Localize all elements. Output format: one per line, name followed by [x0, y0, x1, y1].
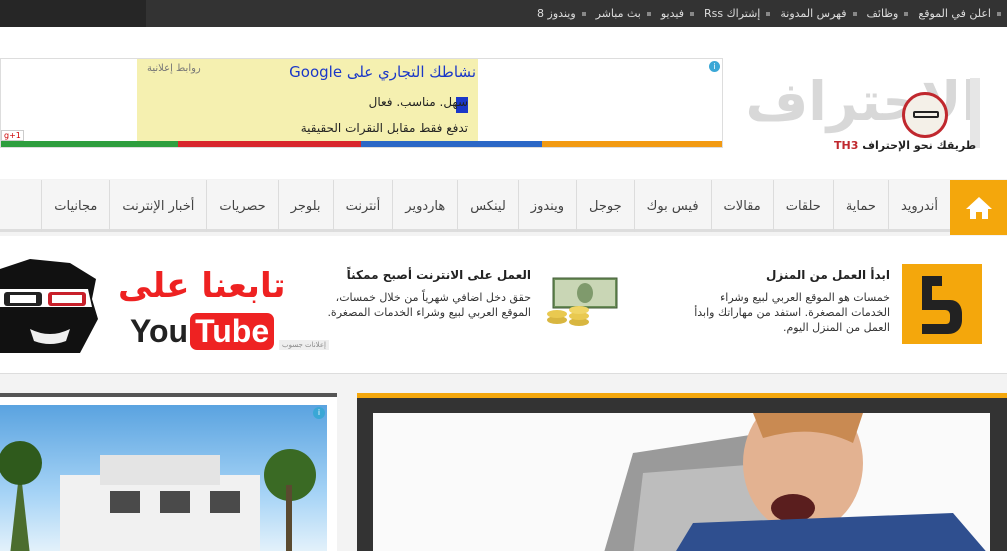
menu-item[interactable]: حلقات [772, 180, 833, 232]
site-header: روابط إعلانية نشاطك التجاري على Google س… [0, 27, 1007, 179]
top-nav-item[interactable]: فيديو [661, 7, 694, 20]
banner-ad-1-text: خمسات هو الموقع العربي لبيع وشراء الخدما… [694, 291, 890, 334]
banner-ad-2-text: حقق دخل اضافي شهرياً من خلال خمسات، المو… [327, 291, 531, 319]
bullet-icon [581, 11, 586, 16]
top-nav-label: اعلن في الموقع [918, 7, 991, 20]
glasses-icon [913, 111, 939, 118]
header-ad[interactable]: روابط إعلانية نشاطك التجاري على Google س… [0, 58, 723, 148]
logo-tagline-text: طريقك نحو الإحتراف [862, 139, 977, 152]
five-icon [922, 276, 962, 334]
google-plus-button[interactable]: g+1 [1, 130, 24, 141]
menu-item[interactable]: ويندوز [517, 180, 576, 232]
ad-info-icon[interactable]: i [709, 61, 720, 72]
menu-item[interactable]: لينكس [457, 180, 518, 232]
home-button[interactable] [950, 180, 1007, 235]
menu-item[interactable]: هاردوير [392, 180, 457, 232]
khamsat-logo[interactable] [902, 264, 982, 344]
youtube-you: You [130, 312, 189, 349]
ad-line-1: سهل. مناسب. فعال [368, 95, 468, 109]
menu-item[interactable]: مجانيات [41, 180, 109, 232]
banner-ad-1-title[interactable]: ابدأ العمل من المنزل [766, 268, 890, 282]
ad-line-2: تدفع فقط مقابل النقرات الحقيقية [300, 121, 468, 135]
house-ad-image [0, 405, 327, 551]
top-bar-left-block [0, 0, 146, 27]
ad-color-strip-blue [361, 141, 542, 147]
top-nav-label: إشتراك Rss [703, 7, 761, 20]
top-nav: ويندوز 8 بث مباشر فيديو إشتراك Rss فهرس … [527, 0, 1001, 27]
top-nav-label: ويندوز 8 [537, 7, 576, 20]
top-bar: ويندوز 8 بث مباشر فيديو إشتراك Rss فهرس … [0, 0, 1007, 27]
youtube-logo[interactable]: You Tube [130, 312, 275, 350]
bullet-icon [997, 11, 1001, 16]
ad-info-icon[interactable]: i [313, 407, 325, 419]
menu-item[interactable]: جوجل [576, 180, 634, 232]
featured-post[interactable] [357, 393, 1007, 551]
menu-item[interactable]: أخبار الإنترنت [109, 180, 206, 232]
top-nav-item[interactable]: إشتراك Rss [703, 7, 771, 20]
site-logo[interactable]: الاحتراف طريقك نحو الإحتراف TH3 [745, 54, 994, 160]
main-menu: أندرويد حماية حلقات مقالات فيس بوك جوجل … [41, 180, 950, 232]
main-nav: أندرويد حماية حلقات مقالات فيس بوك جوجل … [0, 180, 1007, 235]
ad-label: روابط إعلانية [147, 63, 201, 74]
ads-by-label[interactable]: إعلانات جسوب [279, 340, 329, 350]
bullet-icon [689, 11, 694, 16]
bullet-icon [766, 11, 771, 16]
banner-ad-2-title[interactable]: العمل على الانترنت أصبح ممكناً [347, 268, 531, 282]
youtube-tube: Tube [190, 312, 275, 350]
top-nav-item[interactable]: فهرس المدونة [780, 7, 857, 20]
top-nav-label: وظائف [866, 7, 899, 20]
top-nav-item[interactable]: اعلن في الموقع [918, 7, 1001, 20]
top-nav-label: بث مباشر [595, 7, 641, 20]
featured-post-image [373, 413, 990, 551]
bullet-icon [646, 11, 651, 16]
logo-badge: TH3 [834, 139, 859, 152]
top-nav-label: فيديو [660, 7, 684, 20]
ad-color-strip-red [178, 141, 361, 147]
menu-item[interactable]: حماية [832, 180, 888, 232]
ad-color-strip-orange [542, 141, 722, 147]
sidebar-ad[interactable]: i [0, 393, 337, 551]
menu-item[interactable]: بلوجر [277, 180, 333, 232]
top-nav-item[interactable]: بث مباشر [596, 7, 651, 20]
logo-tagline: طريقك نحو الإحتراف TH3 [834, 139, 976, 152]
ad-color-strip-green [1, 141, 178, 147]
menu-item[interactable]: مقالات [710, 180, 773, 232]
menu-item[interactable]: أنترنت [332, 180, 393, 232]
ad-headline-link[interactable]: نشاطك التجاري على Google [289, 63, 476, 81]
top-nav-item[interactable]: ويندوز 8 [537, 7, 586, 20]
bullet-icon [852, 11, 857, 16]
menu-item[interactable]: أندرويد [887, 180, 950, 232]
logo-face-icon [902, 92, 948, 138]
follow-us-text: تابعنا على [118, 266, 286, 306]
top-nav-item[interactable]: وظائف [867, 7, 909, 20]
home-icon [965, 196, 992, 219]
money-icon[interactable] [545, 276, 619, 328]
youtube-character-icon [0, 259, 98, 353]
menu-item[interactable]: فيس بوك [633, 180, 711, 232]
top-nav-label: فهرس المدونة [780, 7, 847, 20]
banner-row: ابدأ العمل من المنزل خمسات هو الموقع الع… [0, 236, 1007, 374]
menu-item[interactable]: حصريات [206, 180, 277, 232]
bullet-icon [904, 11, 909, 16]
